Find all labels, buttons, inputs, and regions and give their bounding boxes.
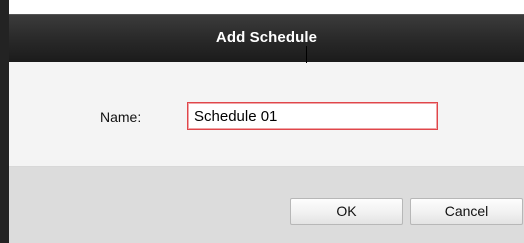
dialog-title: Add Schedule: [215, 29, 318, 46]
dialog-body: Name:: [9, 62, 524, 167]
ok-button[interactable]: OK: [290, 198, 403, 225]
cancel-button[interactable]: Cancel: [410, 198, 523, 225]
name-input[interactable]: [187, 102, 438, 130]
dialog-footer: OK Cancel: [9, 167, 524, 243]
text-caret: [306, 46, 307, 63]
name-label: Name:: [100, 109, 142, 125]
window-left-edge: [0, 0, 9, 243]
dialog-title-bar[interactable]: Add Schedule: [9, 14, 524, 62]
add-schedule-dialog: Add Schedule Name: OK Cancel: [0, 0, 524, 243]
